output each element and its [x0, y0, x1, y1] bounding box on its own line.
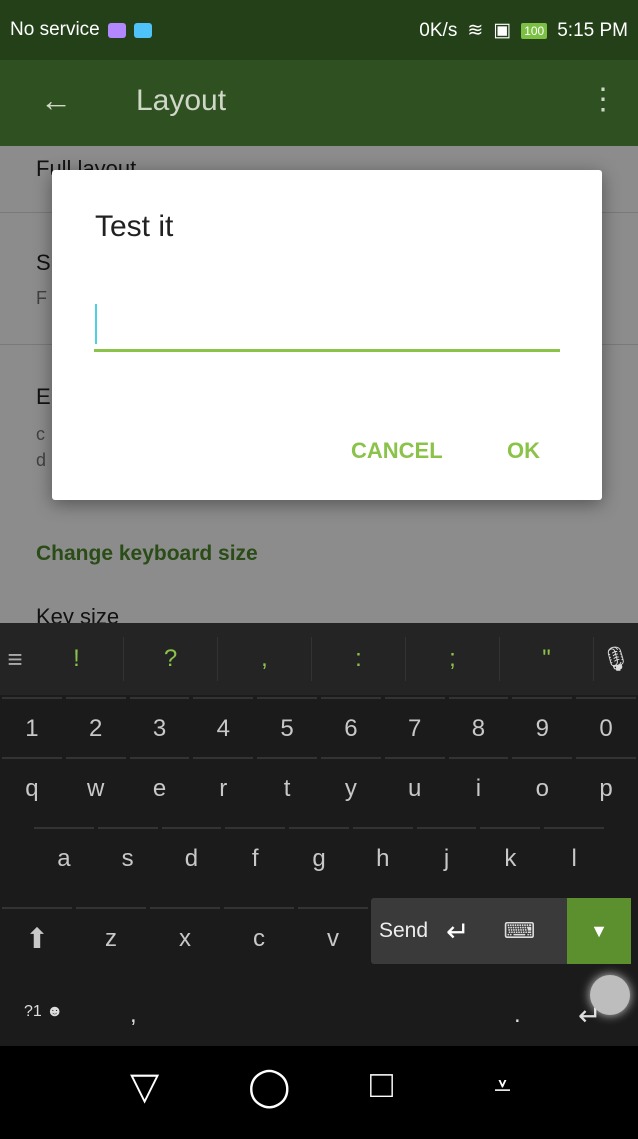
- key[interactable]: 4: [193, 697, 254, 759]
- suggestion-strip: ≡ ! ? , : ; " 🎙: [0, 623, 638, 695]
- suggestion[interactable]: ,: [218, 637, 312, 681]
- key[interactable]: s: [97, 827, 158, 889]
- key[interactable]: c: [224, 907, 294, 969]
- status-bar: No service 0K/s ≋ ▣ 100 5:15 PM: [0, 0, 638, 60]
- key[interactable]: 3: [129, 697, 190, 759]
- shift-icon[interactable]: ⬆: [2, 907, 72, 969]
- text-cursor: [95, 304, 97, 344]
- home-nav-icon[interactable]: ◯: [248, 1064, 291, 1109]
- key[interactable]: y: [320, 757, 381, 819]
- touch-indicator: [590, 975, 630, 1015]
- carrier-label: No service: [10, 19, 100, 40]
- dialog-title: Test it: [95, 210, 174, 243]
- key[interactable]: g: [289, 827, 349, 889]
- microphone-icon[interactable]: 🎙: [594, 645, 638, 674]
- key[interactable]: k: [480, 827, 541, 889]
- send-label[interactable]: Send: [379, 919, 428, 943]
- letter-row-3: ⬆ z x c v: [0, 907, 370, 969]
- key[interactable]: u: [384, 757, 445, 819]
- soft-keyboard: ≡ ! ? , : ; " 🎙 1 2 3 4 5 6 7 8 9 0 q w …: [0, 623, 638, 1046]
- key[interactable]: f: [225, 827, 286, 889]
- network-speed: 0K/s: [419, 19, 458, 41]
- period-key[interactable]: .: [514, 1001, 521, 1029]
- key[interactable]: e: [129, 757, 190, 819]
- menu-icon[interactable]: ≡: [0, 644, 30, 675]
- key[interactable]: a: [34, 827, 94, 889]
- screen: No service 0K/s ≋ ▣ 100 5:15 PM ← Layout…: [0, 0, 638, 1139]
- letter-row-2: a s d f g h j k l: [0, 827, 638, 889]
- suggestion[interactable]: ;: [406, 637, 500, 681]
- cancel-button[interactable]: CANCEL: [351, 438, 443, 464]
- keyboard-icon[interactable]: ⌨: [504, 918, 536, 944]
- key[interactable]: r: [193, 757, 254, 819]
- wifi-icon: ≋: [467, 20, 484, 41]
- page-title: Layout: [136, 84, 227, 117]
- key[interactable]: d: [161, 827, 222, 889]
- key[interactable]: 2: [65, 697, 126, 759]
- key[interactable]: 9: [512, 697, 573, 759]
- key[interactable]: p: [576, 757, 636, 819]
- key[interactable]: l: [544, 827, 605, 889]
- key[interactable]: z: [76, 907, 146, 969]
- key[interactable]: w: [65, 757, 126, 819]
- emoji-icon: ☻: [46, 1003, 64, 1020]
- key[interactable]: o: [512, 757, 573, 819]
- number-row: 1 2 3 4 5 6 7 8 9 0: [0, 697, 638, 759]
- symbols-key[interactable]: ?1 ☻: [24, 1003, 63, 1021]
- key[interactable]: q: [2, 757, 62, 819]
- app-bar: ← Layout ⋮: [0, 60, 638, 146]
- key[interactable]: 6: [320, 697, 381, 759]
- key[interactable]: x: [150, 907, 220, 969]
- app-notification-icon: [133, 22, 152, 38]
- send-action-panel: Send ↵ ⌨ ▼: [371, 898, 631, 964]
- letter-row-1: q w e r t y u i o p: [0, 757, 638, 819]
- key[interactable]: h: [352, 827, 413, 889]
- key[interactable]: j: [416, 827, 477, 889]
- back-nav-icon[interactable]: ▽: [130, 1064, 159, 1109]
- enter-arrow-icon[interactable]: ↵: [446, 915, 469, 948]
- suggestion[interactable]: :: [312, 637, 406, 681]
- symbols-label: ?1: [24, 1003, 42, 1020]
- navigation-bar: ▽ ◯ □ ⩡: [0, 1046, 638, 1139]
- key[interactable]: 1: [2, 697, 62, 759]
- test-dialog: Test it CANCEL OK: [52, 170, 602, 500]
- keyboard-bottom-row: ?1 ☻ , . ↵: [0, 993, 638, 1046]
- suggestion[interactable]: ": [500, 637, 594, 681]
- key[interactable]: 5: [257, 697, 317, 759]
- key[interactable]: 7: [384, 697, 445, 759]
- key[interactable]: 8: [448, 697, 509, 759]
- ok-button[interactable]: OK: [507, 438, 540, 464]
- key[interactable]: v: [298, 907, 368, 969]
- clock: 5:15 PM: [557, 19, 628, 41]
- battery-icon: 100: [521, 22, 548, 39]
- arrow-left-icon[interactable]: ←: [40, 82, 72, 119]
- key[interactable]: i: [448, 757, 509, 819]
- key[interactable]: t: [257, 757, 317, 819]
- sim-icon: ▣: [493, 20, 512, 41]
- test-input[interactable]: [94, 298, 560, 352]
- hide-keyboard-icon[interactable]: ⩡: [494, 1070, 511, 1104]
- comma-key[interactable]: ,: [130, 1001, 137, 1029]
- suggestion[interactable]: !: [30, 637, 124, 681]
- recents-nav-icon[interactable]: □: [370, 1064, 393, 1107]
- more-vert-icon[interactable]: ⋮: [588, 82, 618, 117]
- notification-icon: [107, 22, 126, 38]
- key[interactable]: 0: [576, 697, 636, 759]
- suggestion[interactable]: ?: [124, 637, 218, 681]
- chevron-down-icon[interactable]: ▼: [567, 898, 631, 964]
